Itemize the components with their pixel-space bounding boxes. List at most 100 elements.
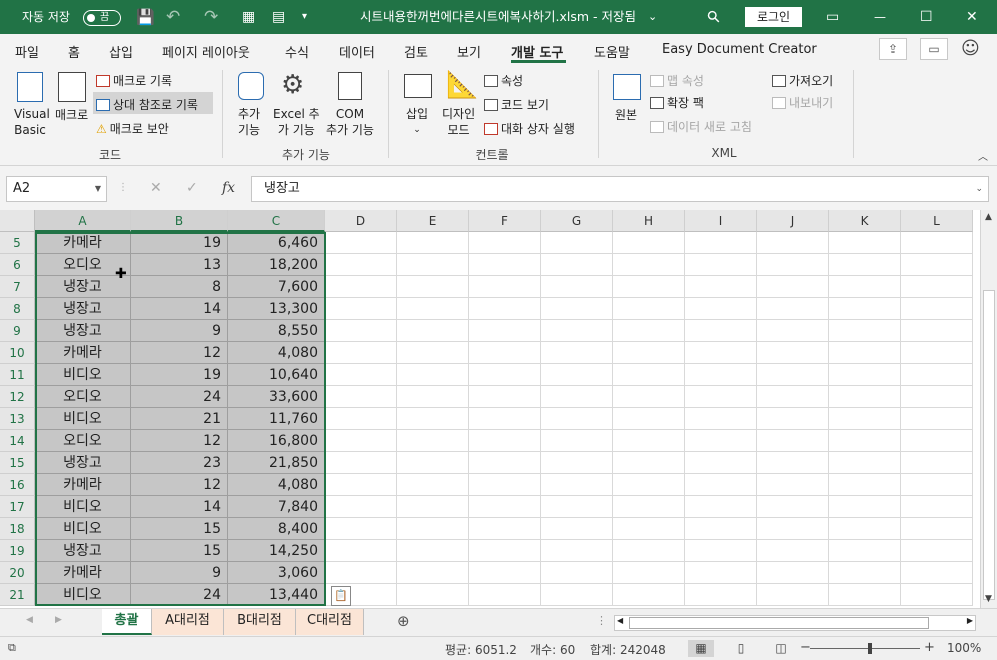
empty-cell[interactable] [541, 276, 613, 298]
column-header-l[interactable]: L [901, 210, 973, 232]
empty-cell[interactable] [901, 496, 973, 518]
empty-cell[interactable] [469, 584, 541, 606]
close-icon[interactable]: ✕ [966, 0, 978, 34]
normal-view-icon[interactable]: ▦ [688, 640, 714, 657]
empty-cell[interactable] [397, 474, 469, 496]
horizontal-scroll-thumb[interactable] [629, 617, 929, 629]
cell-a[interactable]: 카메라 [35, 562, 131, 584]
empty-cell[interactable] [829, 430, 901, 452]
empty-cell[interactable] [757, 430, 829, 452]
empty-cell[interactable] [397, 518, 469, 540]
row-header[interactable]: 16 [0, 474, 35, 496]
empty-cell[interactable] [757, 232, 829, 254]
empty-cell[interactable] [397, 298, 469, 320]
empty-cell[interactable] [325, 562, 397, 584]
cell-c[interactable]: 7,600 [228, 276, 325, 298]
cell-b[interactable]: 19 [131, 232, 228, 254]
empty-cell[interactable] [469, 386, 541, 408]
tab-insert[interactable]: 삽입 [109, 42, 133, 61]
empty-cell[interactable] [685, 474, 757, 496]
empty-cell[interactable] [541, 342, 613, 364]
empty-cell[interactable] [469, 540, 541, 562]
cell-b[interactable]: 24 [131, 584, 228, 606]
empty-cell[interactable] [613, 430, 685, 452]
insert-function-icon[interactable]: fx [222, 180, 235, 196]
cell-a[interactable]: 비디오 [35, 518, 131, 540]
scroll-down-icon[interactable]: ▼ [981, 594, 996, 604]
empty-cell[interactable] [469, 298, 541, 320]
empty-cell[interactable] [901, 518, 973, 540]
empty-cell[interactable] [469, 430, 541, 452]
empty-cell[interactable] [829, 408, 901, 430]
empty-cell[interactable] [829, 452, 901, 474]
sheet-tab-a[interactable]: A대리점 [152, 609, 224, 635]
vertical-scroll-thumb[interactable] [983, 290, 995, 600]
cell-b[interactable]: 21 [131, 408, 228, 430]
empty-cell[interactable] [541, 320, 613, 342]
row-header[interactable]: 6 [0, 254, 35, 276]
empty-cell[interactable] [901, 342, 973, 364]
empty-cell[interactable] [469, 276, 541, 298]
cell-c[interactable]: 6,460 [228, 232, 325, 254]
insert-control-button[interactable]: 삽입 ⌄ [406, 106, 428, 138]
empty-cell[interactable] [829, 320, 901, 342]
empty-cell[interactable] [685, 584, 757, 606]
cell-b[interactable]: 24 [131, 386, 228, 408]
cell-c[interactable]: 33,600 [228, 386, 325, 408]
row-header[interactable]: 5 [0, 232, 35, 254]
empty-cell[interactable] [829, 474, 901, 496]
search-icon[interactable]: ⚲ [698, 1, 730, 33]
empty-cell[interactable] [685, 408, 757, 430]
empty-cell[interactable] [757, 496, 829, 518]
macros-button[interactable]: 매크로 [55, 106, 88, 123]
empty-cell[interactable] [685, 320, 757, 342]
page-layout-view-icon[interactable]: ▯ [728, 640, 754, 657]
zoom-slider[interactable] [810, 643, 920, 654]
empty-cell[interactable] [829, 562, 901, 584]
tab-developer[interactable]: 개발 도구 [511, 42, 563, 61]
worksheet-grid[interactable]: ABCDEFGHIJKL 5 카메라 19 6,460 6 오디오 13 18,200 7 냉장고… [0, 210, 980, 608]
relative-reference-button[interactable]: 상대 참조로 기록 [96, 96, 198, 113]
empty-cell[interactable] [469, 496, 541, 518]
empty-cell[interactable] [613, 496, 685, 518]
tab-home[interactable]: 홈 [68, 42, 80, 61]
empty-cell[interactable] [613, 342, 685, 364]
share-icon[interactable]: ⇪ [879, 38, 907, 60]
empty-cell[interactable] [829, 386, 901, 408]
empty-cell[interactable] [901, 540, 973, 562]
empty-cell[interactable] [829, 298, 901, 320]
empty-cell[interactable] [469, 232, 541, 254]
cell-c[interactable]: 8,550 [228, 320, 325, 342]
empty-cell[interactable] [613, 386, 685, 408]
empty-cell[interactable] [325, 342, 397, 364]
column-header-a[interactable]: A [35, 210, 131, 232]
vertical-scrollbar[interactable]: ▲ ▼ [980, 210, 997, 608]
properties-button[interactable]: 속성 [484, 72, 523, 89]
sheet-tab-c[interactable]: C대리점 [296, 609, 364, 635]
cell-b[interactable]: 12 [131, 474, 228, 496]
ribbon-display-icon[interactable]: ▭ [826, 0, 839, 34]
row-header[interactable]: 8 [0, 298, 35, 320]
scroll-up-icon[interactable]: ▲ [981, 212, 996, 222]
empty-cell[interactable] [325, 474, 397, 496]
empty-cell[interactable] [325, 320, 397, 342]
cell-c[interactable]: 18,200 [228, 254, 325, 276]
empty-cell[interactable] [757, 474, 829, 496]
column-header-f[interactable]: F [469, 210, 541, 232]
empty-cell[interactable] [325, 232, 397, 254]
export-button[interactable]: 내보내기 [772, 94, 833, 111]
tab-help[interactable]: 도움말 [594, 42, 630, 61]
empty-cell[interactable] [541, 496, 613, 518]
cell-b[interactable]: 9 [131, 562, 228, 584]
empty-cell[interactable] [541, 430, 613, 452]
empty-cell[interactable] [685, 232, 757, 254]
cell-b[interactable]: 15 [131, 518, 228, 540]
empty-cell[interactable] [469, 474, 541, 496]
empty-cell[interactable] [685, 562, 757, 584]
row-header[interactable]: 18 [0, 518, 35, 540]
empty-cell[interactable] [829, 518, 901, 540]
tab-view[interactable]: 보기 [457, 42, 481, 61]
empty-cell[interactable] [901, 452, 973, 474]
cell-a[interactable]: 비디오 [35, 496, 131, 518]
empty-cell[interactable] [685, 386, 757, 408]
